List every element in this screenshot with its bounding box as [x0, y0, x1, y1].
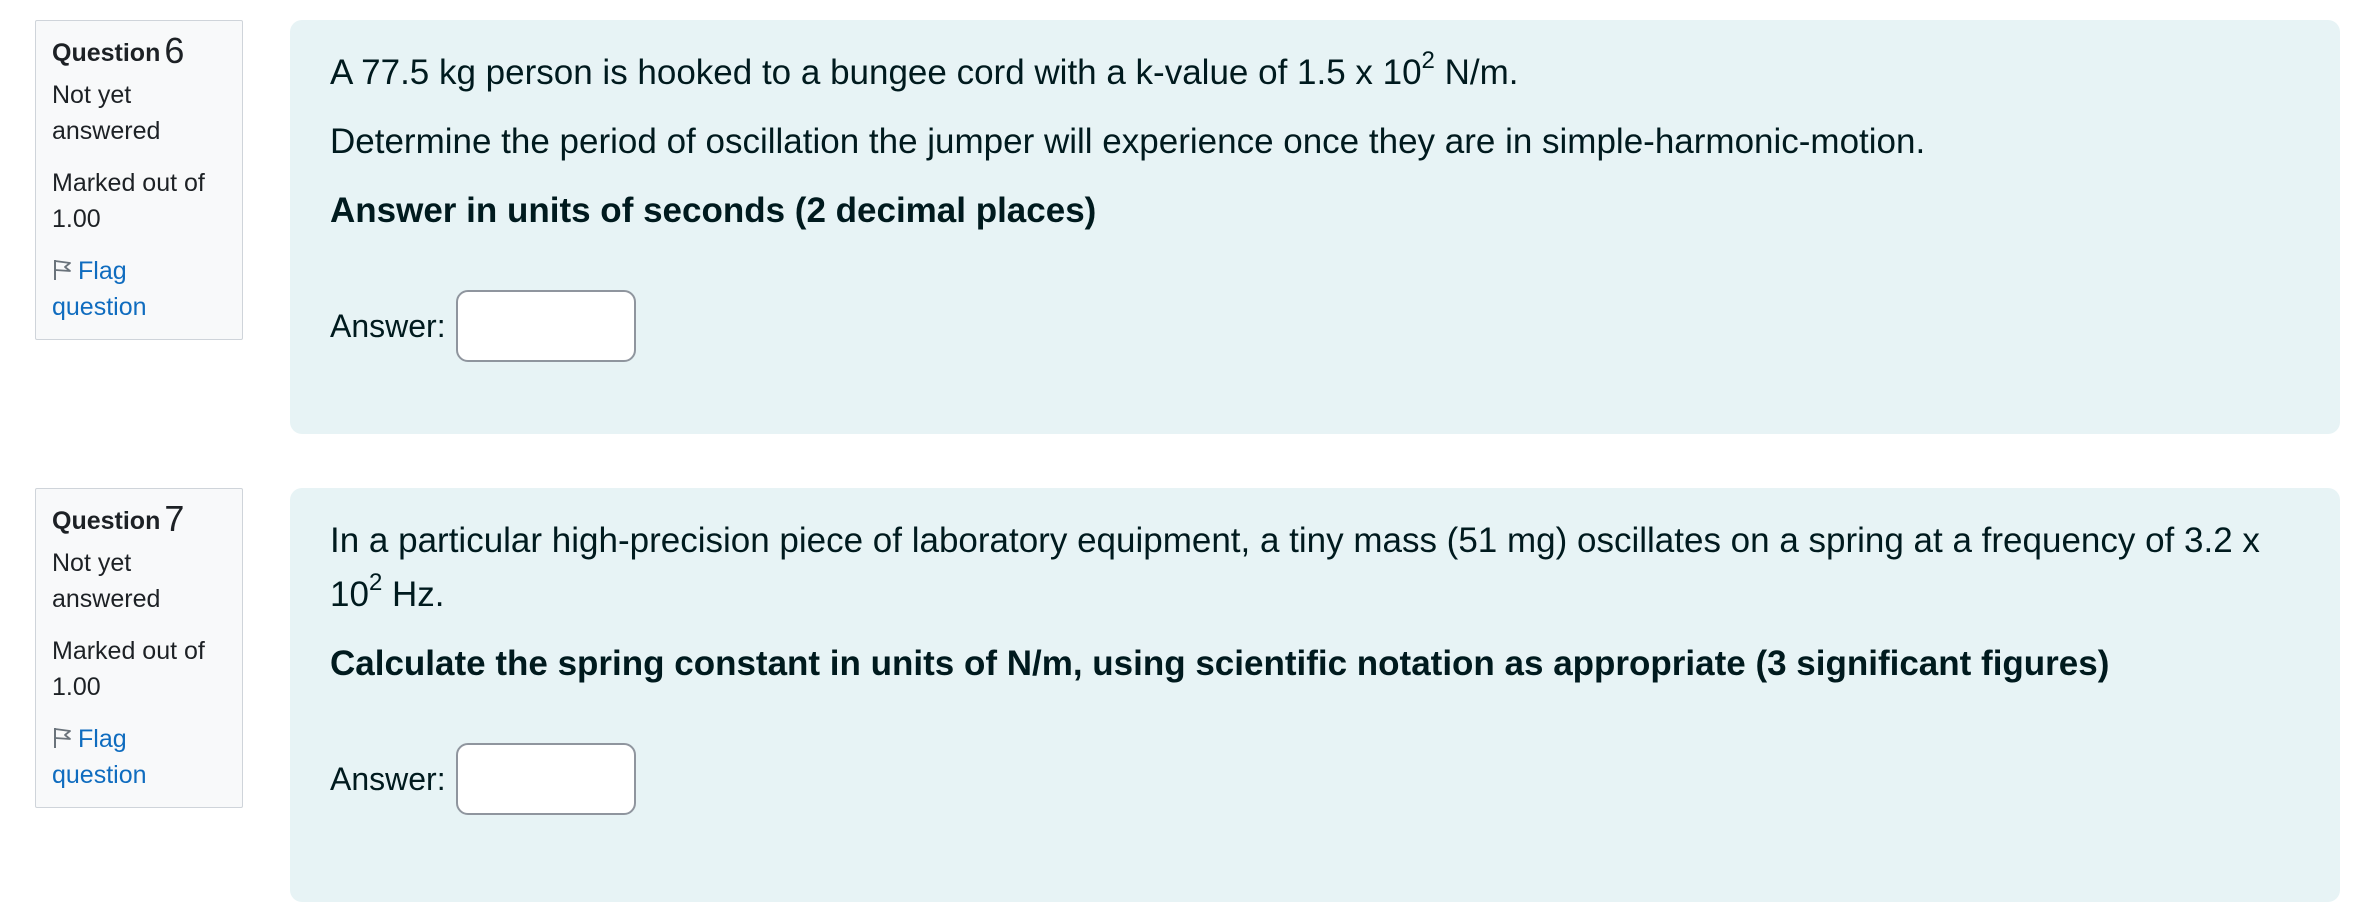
answer-input[interactable]	[455, 743, 636, 815]
question-number: Question 7	[52, 501, 226, 539]
answer-label: Answer:	[330, 761, 446, 797]
question-text-part: N/m.	[1434, 53, 1519, 92]
answer-row: Answer:	[330, 290, 636, 362]
flag-question-link[interactable]: Flag question	[52, 253, 226, 325]
question-state: Not yet answered	[52, 549, 161, 613]
question-info-panel: Question 6 Not yet answered Marked out of…	[35, 20, 243, 340]
flag-question-link[interactable]: Flag question	[52, 721, 226, 793]
answer-row: Answer:	[330, 743, 636, 815]
exponent: 2	[368, 569, 383, 596]
question-text-part: Hz.	[382, 575, 445, 614]
question-content: In a particular high-precision piece of …	[290, 488, 2340, 902]
question-info-panel: Question 7 Not yet answered Marked out of…	[35, 488, 243, 808]
question-text-part: In a particular high-precision piece of …	[330, 521, 2260, 614]
question-text-line-1: In a particular high-precision piece of …	[330, 514, 2300, 622]
question-text-line-2: Determine the period of oscillation the …	[330, 122, 1926, 161]
question-label: Question	[52, 39, 161, 67]
question-grade: Marked out of 1.00	[52, 637, 205, 701]
question-label: Question	[52, 507, 161, 535]
question-grade: Marked out of 1.00	[52, 169, 205, 233]
flag-icon	[52, 256, 74, 280]
answer-input[interactable]	[455, 290, 636, 362]
question-text-part: A 77.5 kg person is hooked to a bungee c…	[330, 53, 1422, 92]
answer-label: Answer:	[330, 308, 446, 344]
exponent: 2	[1421, 47, 1435, 74]
question-state: Not yet answered	[52, 81, 161, 145]
question-instruction: Calculate the spring constant in units o…	[330, 644, 2110, 683]
question-text-line-1: A 77.5 kg person is hooked to a bungee c…	[330, 46, 2300, 100]
flag-icon	[52, 724, 74, 748]
question-instruction: Answer in units of seconds (2 decimal pl…	[330, 191, 1097, 230]
question-number: Question 6	[52, 33, 226, 71]
question-content: A 77.5 kg person is hooked to a bungee c…	[290, 20, 2340, 434]
question-number-value: 6	[164, 30, 185, 71]
question-number-value: 7	[164, 498, 185, 539]
